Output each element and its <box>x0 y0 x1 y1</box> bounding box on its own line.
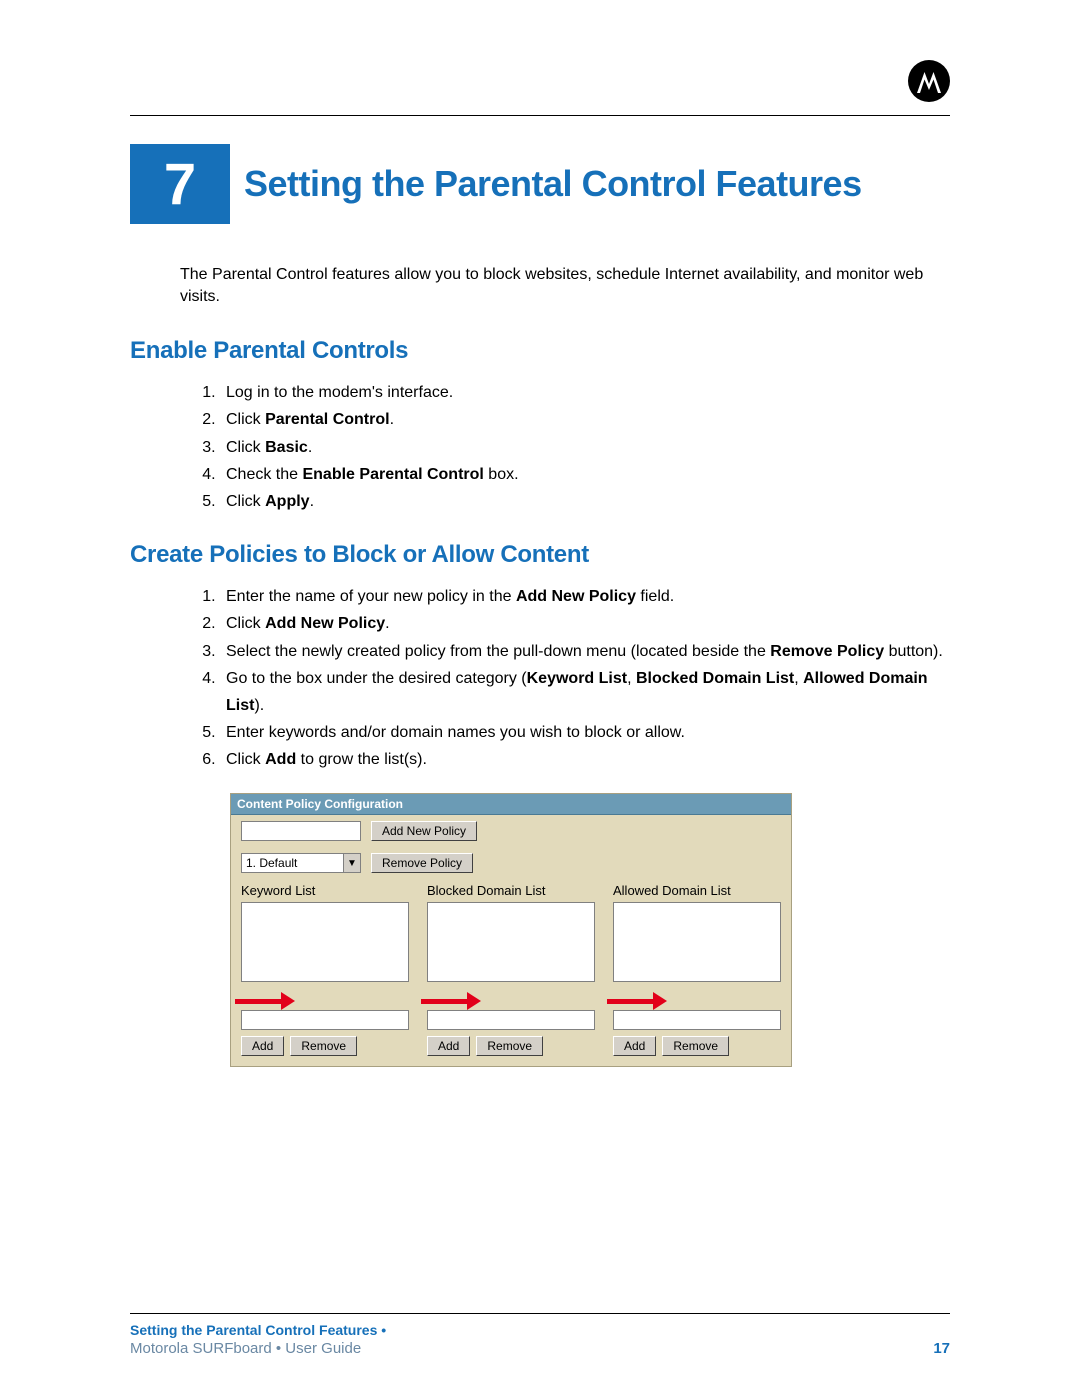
blocked-domain-listbox[interactable] <box>427 902 595 982</box>
step: Enter keywords and/or domain names you w… <box>220 719 950 746</box>
allowed-domain-column: Allowed Domain List Add Remove <box>613 883 781 1056</box>
header-rule <box>130 115 950 116</box>
page-footer: Setting the Parental Control Features • … <box>130 1313 950 1357</box>
footer-guide-name: Motorola SURFboard • User Guide <box>130 1340 361 1357</box>
panel-title: Content Policy Configuration <box>231 794 791 815</box>
step: Go to the box under the desired category… <box>220 665 950 719</box>
step: Enter the name of your new policy in the… <box>220 583 950 610</box>
blocked-domain-input[interactable] <box>427 1010 595 1030</box>
keyword-input[interactable] <box>241 1010 409 1030</box>
remove-button[interactable]: Remove <box>290 1036 357 1056</box>
add-button[interactable]: Add <box>427 1036 470 1056</box>
step: Click Add to grow the list(s). <box>220 746 950 773</box>
motorola-logo-icon <box>908 60 950 102</box>
add-button[interactable]: Add <box>613 1036 656 1056</box>
steps-list-enable: Log in to the modem's interface. Click P… <box>190 379 950 515</box>
step: Click Apply. <box>220 488 950 515</box>
remove-policy-button[interactable]: Remove Policy <box>371 853 473 873</box>
steps-list-policies: Enter the name of your new policy in the… <box>190 583 950 773</box>
policy-name-input[interactable] <box>241 821 361 841</box>
section-heading-policies: Create Policies to Block or Allow Conten… <box>130 541 950 569</box>
page-number: 17 <box>933 1340 950 1357</box>
footer-rule <box>130 1313 950 1314</box>
chapter-title: Setting the Parental Control Features <box>244 163 862 205</box>
page: 7 Setting the Parental Control Features … <box>0 0 1080 1397</box>
section-heading-enable: Enable Parental Controls <box>130 337 950 365</box>
policy-select-value: 1. Default <box>246 856 297 870</box>
arrow-right-icon <box>607 992 667 1010</box>
arrow-right-icon <box>421 992 481 1010</box>
column-label: Keyword List <box>241 883 409 898</box>
step: Click Add New Policy. <box>220 610 950 637</box>
keyword-listbox[interactable] <box>241 902 409 982</box>
column-label: Allowed Domain List <box>613 883 781 898</box>
intro-paragraph: The Parental Control features allow you … <box>180 264 950 307</box>
remove-button[interactable]: Remove <box>476 1036 543 1056</box>
allowed-domain-input[interactable] <box>613 1010 781 1030</box>
chapter-header: 7 Setting the Parental Control Features <box>130 144 950 224</box>
chapter-number-box: 7 <box>130 144 230 224</box>
footer-section-name: Setting the Parental Control Features • <box>130 1322 950 1338</box>
add-new-policy-button[interactable]: Add New Policy <box>371 821 477 841</box>
policy-select[interactable]: 1. Default ▼ <box>241 853 361 873</box>
step: Check the Enable Parental Control box. <box>220 461 950 488</box>
add-button[interactable]: Add <box>241 1036 284 1056</box>
step: Click Basic. <box>220 434 950 461</box>
allowed-domain-listbox[interactable] <box>613 902 781 982</box>
step: Click Parental Control. <box>220 406 950 433</box>
blocked-domain-column: Blocked Domain List Add Remove <box>427 883 595 1056</box>
column-label: Blocked Domain List <box>427 883 595 898</box>
config-screenshot: Content Policy Configuration Add New Pol… <box>230 793 792 1067</box>
keyword-list-column: Keyword List Add Remove <box>241 883 409 1056</box>
step: Select the newly created policy from the… <box>220 638 950 665</box>
step: Log in to the modem's interface. <box>220 379 950 406</box>
remove-button[interactable]: Remove <box>662 1036 729 1056</box>
chevron-down-icon: ▼ <box>343 854 360 872</box>
arrow-right-icon <box>235 992 295 1010</box>
